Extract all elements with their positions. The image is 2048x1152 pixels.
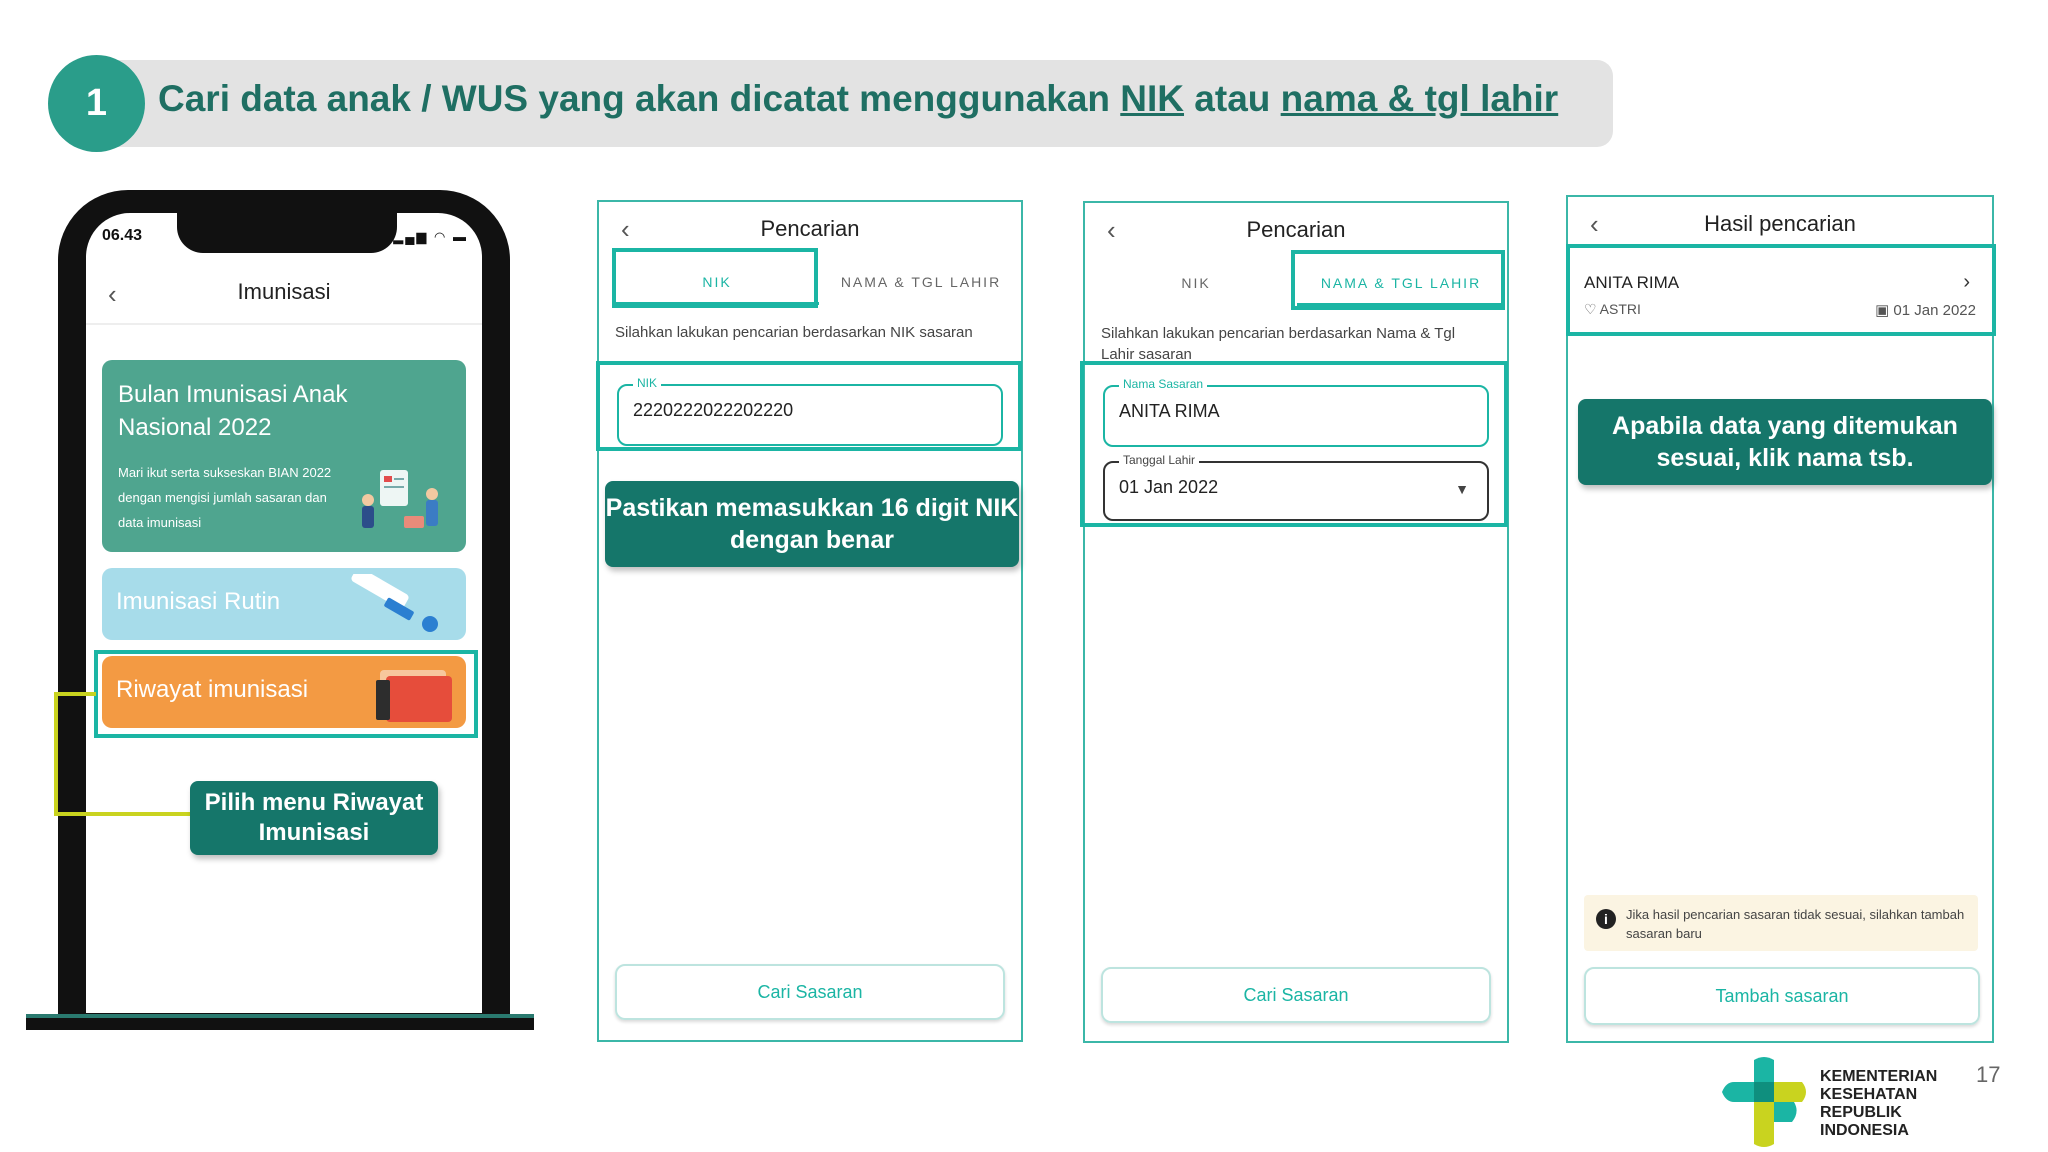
tab-nik[interactable]: NIK [1101, 275, 1291, 291]
not-found-note: i Jika hasil pencarian sasaran tidak ses… [1584, 895, 1978, 951]
connector-line [54, 692, 96, 696]
highlight-riwayat [94, 650, 478, 738]
screen-search-nama: ‹ Pencarian NIK NAMA & TGL LAHIR Silahka… [1083, 201, 1509, 1043]
card-imunisasi-rutin[interactable]: Imunisasi Rutin [102, 568, 466, 640]
header-title: Cari data anak / WUS yang akan dicatat m… [158, 78, 1558, 120]
header-title-part1: Cari data anak / WUS yang akan dicatat m… [158, 78, 1121, 119]
page-number: 17 [1976, 1062, 2001, 1087]
status-time: 06.43 [102, 227, 143, 244]
highlight-nik-field [596, 361, 1022, 451]
screen-search-nik: ‹ Pencarian NIK NAMA & TGL LAHIR Silahka… [597, 200, 1023, 1042]
highlight-tab-nik [612, 248, 818, 308]
callout-result: Apabila data yang ditemukan sesuai, klik… [1578, 399, 1992, 485]
screen-title: Pencarian [760, 216, 860, 241]
tab-nama-tgl-lahir[interactable]: NAMA & TGL LAHIR [821, 274, 1021, 290]
logo-text-value: KEMENTERIAN KESEHATAN REPUBLIK INDONESIA [1820, 1068, 1938, 1139]
screen-title: Pencarian [1246, 217, 1346, 242]
header-title-nama: nama & tgl lahir [1280, 78, 1559, 119]
card-bian-title: Bulan Imunisasi Anak Nasional 2022 [118, 381, 348, 441]
highlight-nama-fields [1080, 361, 1508, 527]
tambah-sasaran-button[interactable]: Tambah sasaran [1584, 967, 1980, 1025]
phone-notch [177, 213, 397, 253]
not-found-note-text: Jika hasil pencarian sasaran tidak sesua… [1626, 907, 1965, 941]
phone-base [26, 1018, 534, 1030]
card-bian[interactable]: Bulan Imunisasi Anak Nasional 2022 Mari … [102, 360, 466, 552]
vaccination-illustration-icon [362, 470, 438, 528]
divider [86, 323, 482, 325]
search-description: Silahkan lakukan pencarian berdasarkan N… [1101, 325, 1456, 363]
screen-title: Hasil pencarian [1704, 211, 1856, 236]
highlight-result-item [1566, 244, 1996, 336]
phone-screen: 06.43 ▂▄▆ ◠ ▬ ‹ Imunisasi Bulan Imunisas… [86, 213, 482, 1013]
cari-sasaran-button[interactable]: Cari Sasaran [1101, 967, 1491, 1023]
header-title-part2: atau [1184, 78, 1281, 119]
card-bian-subtitle: Mari ikut serta sukseskan BIAN 2022 deng… [118, 465, 332, 530]
status-icons: ▂▄▆ ◠ ▬ [393, 229, 468, 244]
info-icon: i [1596, 909, 1616, 929]
callout-nik: Pastikan memasukkan 16 digit NIK dengan … [605, 481, 1019, 567]
search-description: Silahkan lakukan pencarian berdasarkan N… [615, 324, 973, 341]
syringe-icon [351, 574, 438, 632]
header-title-nik: NIK [1120, 78, 1185, 119]
kemenkes-logo-icon [1722, 1057, 1806, 1147]
slide: 1 Cari data anak / WUS yang akan dicatat… [0, 0, 2048, 1152]
step-number-badge: 1 [48, 55, 145, 152]
cari-sasaran-button[interactable]: Cari Sasaran [615, 964, 1005, 1020]
callout-pilih-menu: Pilih menu Riwayat Imunisasi [190, 781, 438, 855]
phone-title: Imunisasi [237, 279, 331, 304]
logo-text: KEMENTERIAN KESEHATAN REPUBLIK INDONESIA [1820, 1068, 1940, 1140]
card-imunisasi-rutin-label: Imunisasi Rutin [116, 588, 281, 615]
connector-line [54, 692, 58, 816]
connector-line [54, 812, 194, 816]
highlight-tab-nama [1291, 250, 1505, 310]
